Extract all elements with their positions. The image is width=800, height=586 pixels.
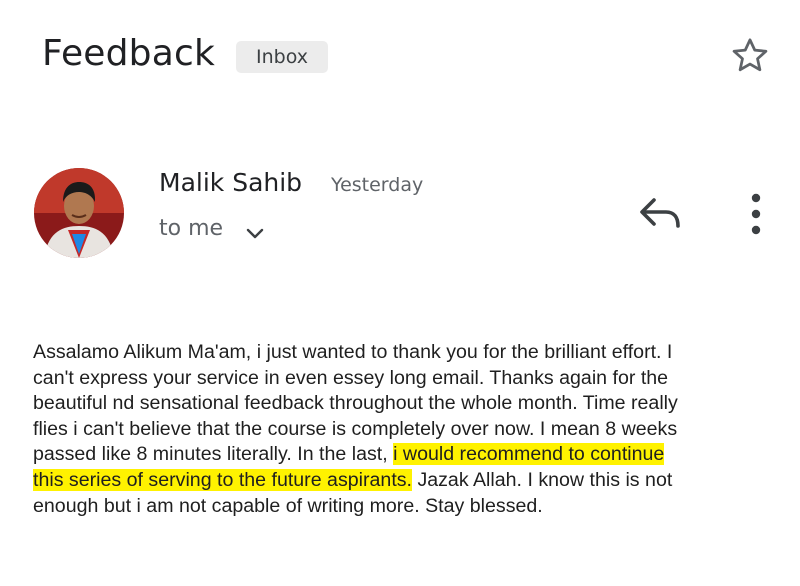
sender-avatar[interactable] [34, 168, 124, 258]
more-vert-icon[interactable] [740, 190, 772, 238]
star-outline-icon[interactable] [728, 34, 772, 78]
highlighted-text: this series of serving to the future asp… [33, 468, 412, 491]
body-line: enough but i am not capable of writing m… [33, 494, 543, 517]
body-line: passed like 8 minutes literally. In the … [33, 443, 665, 466]
body-line: beautiful nd sensational feedback throug… [33, 392, 678, 415]
recipient-label[interactable]: to me [159, 216, 223, 241]
sent-time: Yesterday [331, 174, 424, 196]
inbox-label[interactable]: Inbox [236, 41, 328, 73]
body-line: can't express your service in even essey… [33, 366, 669, 389]
body-line: flies i can't believe that the course is… [33, 417, 678, 440]
body-line: Assalamo Alikum Ma'am, i just wanted to … [33, 341, 673, 363]
chevron-down-icon[interactable] [244, 224, 266, 242]
email-subject: Feedback [42, 33, 216, 74]
highlighted-text: i would recommend to continue [393, 443, 665, 466]
message-body: Assalamo Alikum Ma'am, i just wanted to … [33, 340, 773, 519]
body-line: this series of serving to the future asp… [33, 468, 673, 491]
sender-name[interactable]: Malik Sahib [159, 168, 302, 197]
reply-icon[interactable] [636, 194, 684, 234]
